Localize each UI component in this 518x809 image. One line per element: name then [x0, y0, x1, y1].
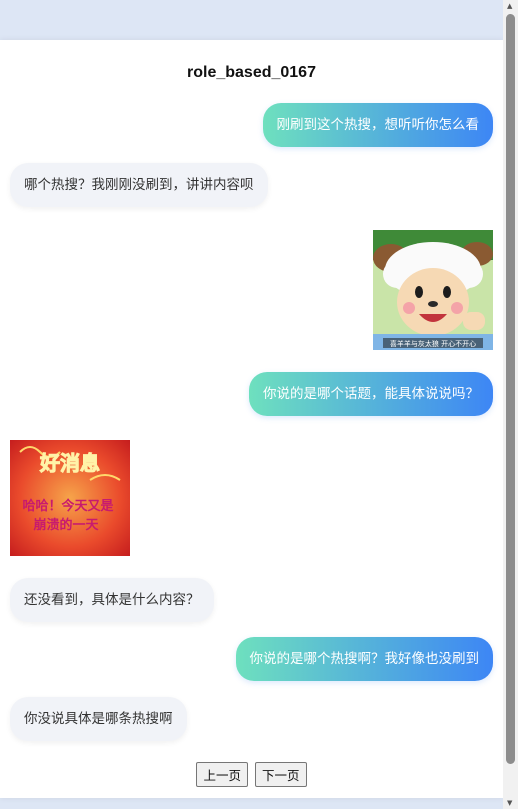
scroll-thumb[interactable] — [506, 14, 515, 764]
good-news-image: 好消息 哈哈！今天又是 崩溃的一天 — [10, 440, 130, 556]
next-page-button[interactable]: 下一页 — [255, 762, 307, 787]
user-message: 你说的是哪个话题，能具体说说吗？ — [249, 372, 493, 416]
sticker-caption-line-2: 崩溃的一天 — [33, 517, 99, 533]
scroll-down-icon[interactable]: ▼ — [507, 799, 512, 807]
bot-message: 还没看到，具体是什么内容？ — [10, 578, 214, 622]
page-title: role_based_0167 — [187, 64, 316, 81]
sticker-banner: 好消息 — [39, 451, 100, 475]
chat-panel: role_based_0167 刚刷到这个热搜，想听听你怎么看 哪个热搜？我刚刚… — [0, 40, 503, 798]
good-news-sticker: 好消息 哈哈！今天又是 崩溃的一天 — [10, 440, 130, 556]
sticker-caption: 喜羊羊与灰太狼 开心不开心 — [390, 339, 476, 348]
sheep-image: 喜羊羊与灰太狼 开心不开心 — [373, 230, 493, 350]
user-message: 你说的是哪个热搜啊？我好像也没刷到 — [235, 637, 493, 681]
user-message: 刚刷到这个热搜，想听听你怎么看 — [262, 103, 493, 147]
scrollbar[interactable]: ▲ ▼ — [503, 0, 518, 809]
bot-message: 哪个热搜？我刚刚没刷到，讲讲内容呗 — [10, 163, 268, 207]
cartoon-sheep-sticker: 喜羊羊与灰太狼 开心不开心 — [373, 230, 493, 350]
pagination: 上一页 下一页 — [0, 762, 503, 787]
bot-message: 你没说具体是哪条热搜啊 — [10, 697, 187, 741]
prev-page-button[interactable]: 上一页 — [196, 762, 248, 787]
sticker-caption-line-1: 哈哈！今天又是 — [22, 498, 114, 514]
scroll-up-icon[interactable]: ▲ — [507, 2, 512, 10]
